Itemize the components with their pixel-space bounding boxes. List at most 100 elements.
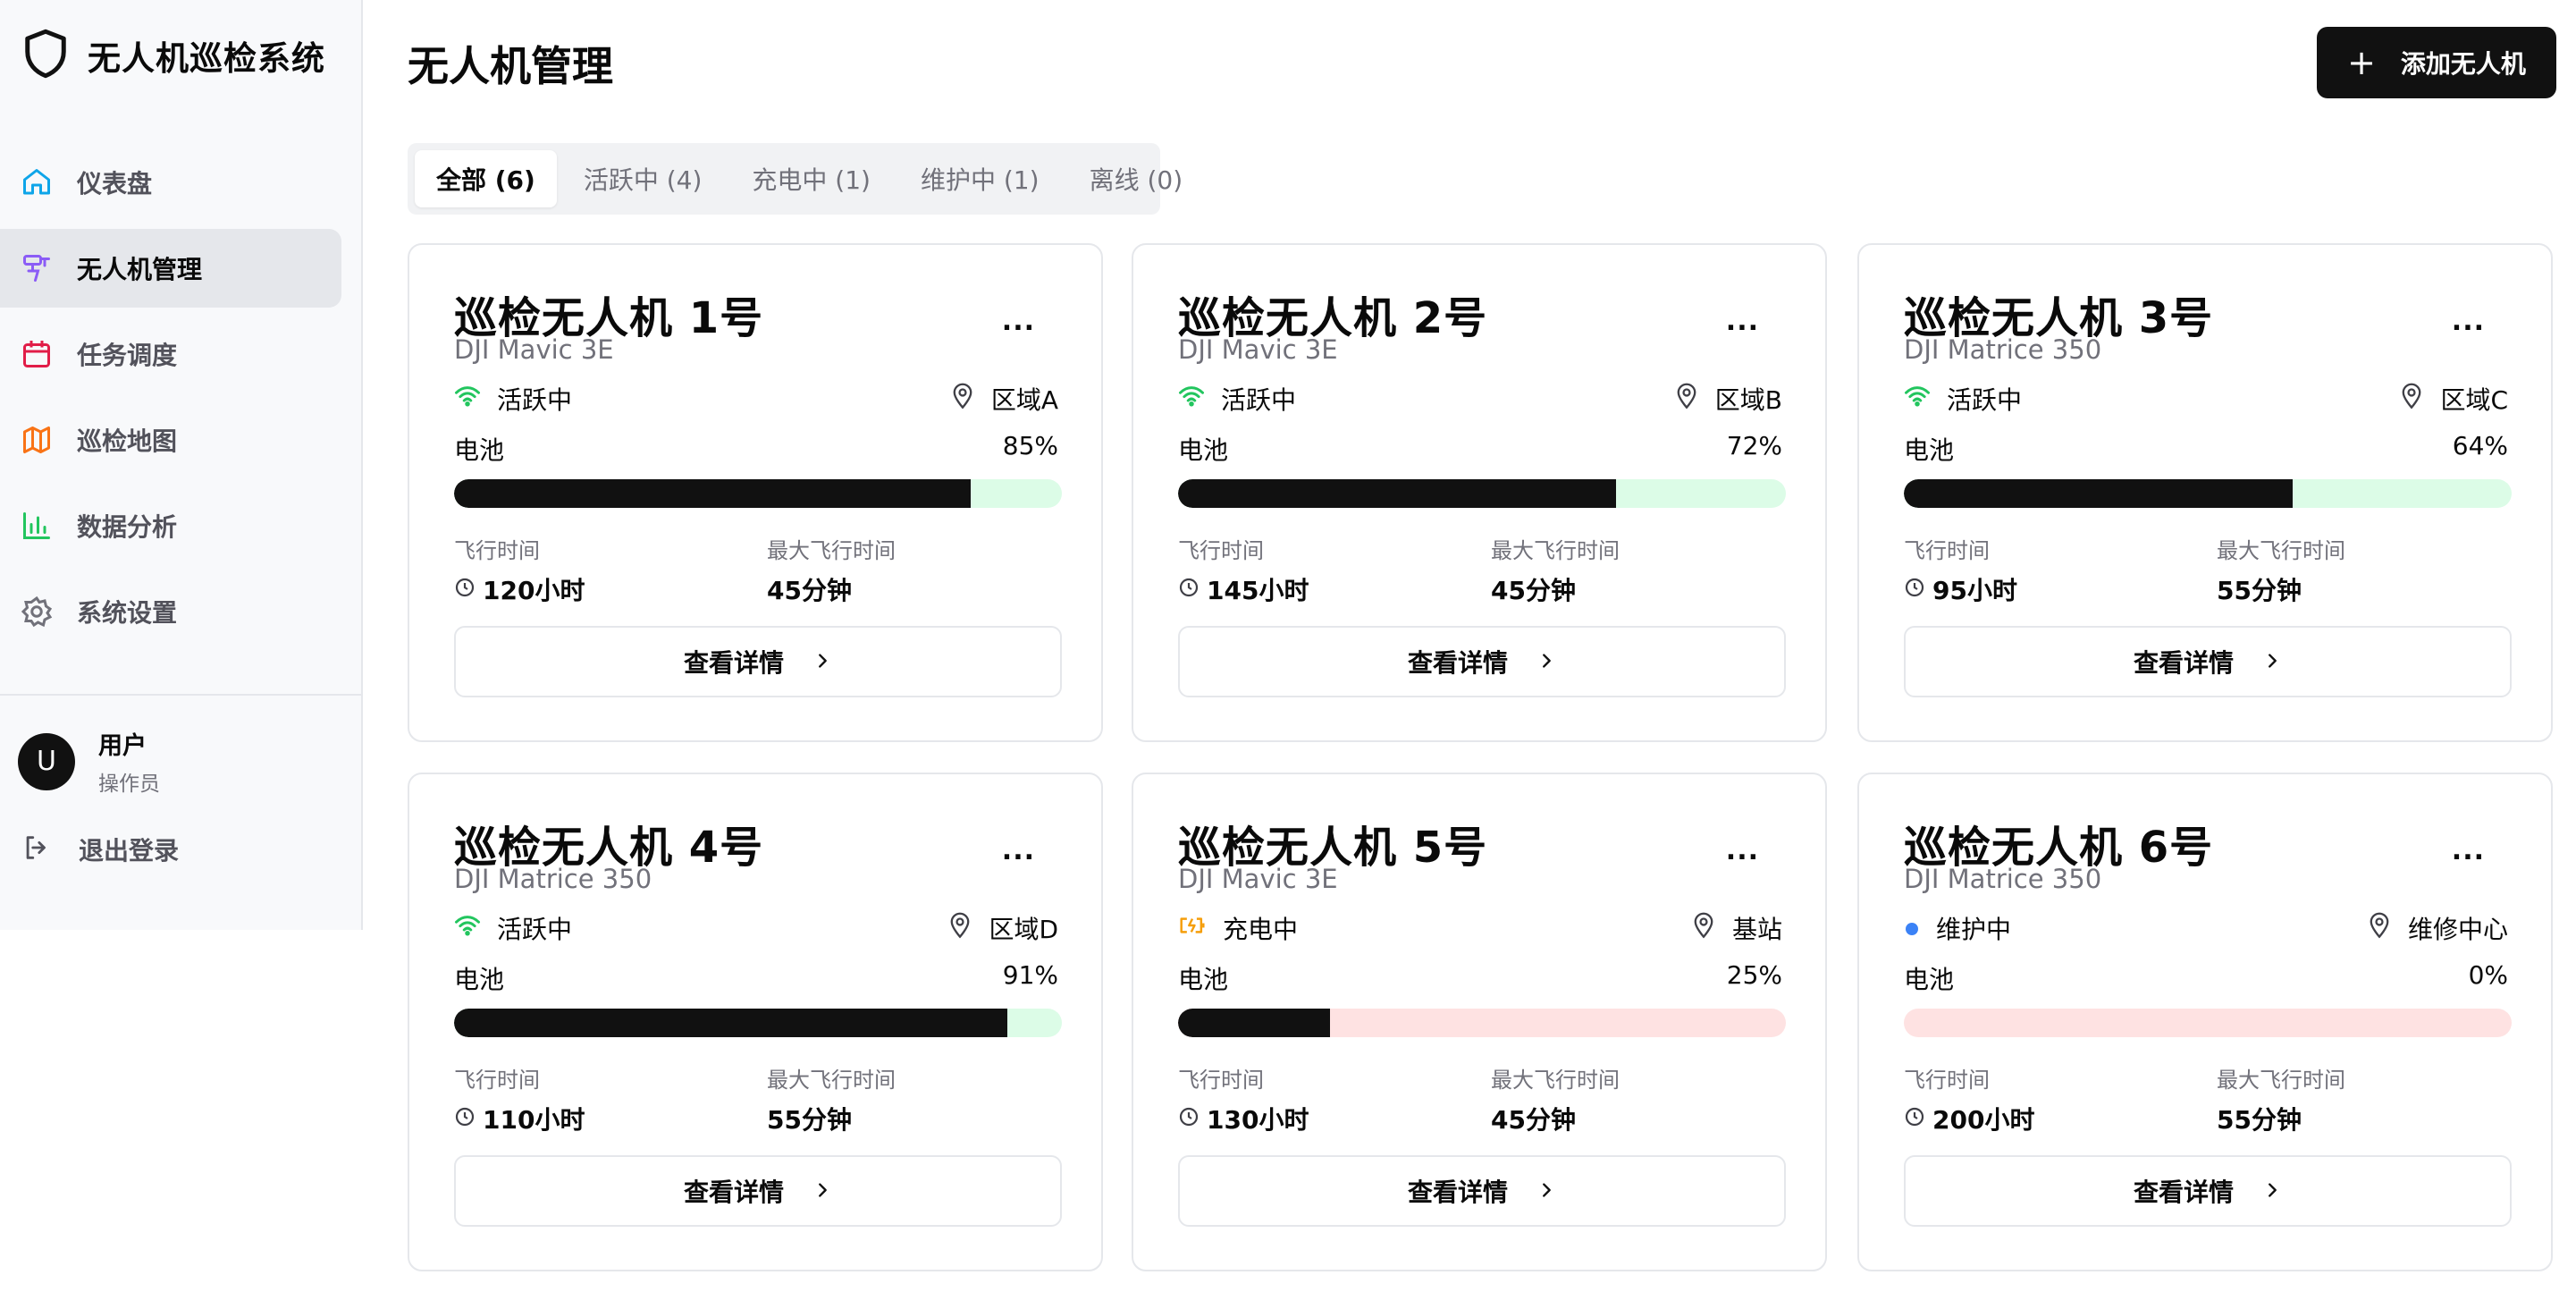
sidebar-item-map[interactable]: 巡检地图 [0,401,341,479]
flight-time-value: 130小时 [1207,1105,1309,1135]
shield-icon [21,27,70,84]
flight-time-label: 飞行时间 [1178,538,1264,563]
sidebar-item-label: 数据分析 [77,512,178,542]
tab-offline[interactable]: 离线 (0) [1066,150,1207,207]
flight-time-value: 200小时 [1932,1105,2035,1135]
tab-active[interactable]: 活跃中 (4) [560,150,726,207]
location-label: 区域C [2440,385,2508,415]
sidebar-item-dashboard[interactable]: 仪表盘 [0,143,341,222]
drone-location: 区域D [947,910,1058,946]
sidebar-item-tasks[interactable]: 任务调度 [0,315,341,393]
max-flight-value: 45分钟 [767,576,852,605]
drone-card: 巡检无人机 2号 DJI Mavic 3E ... 活跃中 区域B 电池 72%… [1132,243,1827,742]
flight-time-stat: 飞行时间 200小时 [1904,1062,2034,1136]
max-flight-value: 55分钟 [2217,1105,2302,1135]
battery-percent: 85% [1002,431,1058,460]
battery-percent: 0% [2468,960,2508,990]
max-flight-stat: 最大飞行时间 55分钟 [767,1062,896,1136]
view-details-button[interactable]: 查看详情 [1904,626,2512,697]
more-options-button[interactable]: ... [2452,306,2485,337]
user-role: 操作员 [98,773,160,796]
battery-bar-fill [1178,1009,1330,1037]
status-label: 充电中 [1223,915,1299,944]
sidebar-item-label: 仪表盘 [77,169,153,198]
more-options-button[interactable]: ... [1002,835,1035,866]
drone-location: 维修中心 [2367,910,2508,946]
map-pin-icon [1691,912,1716,945]
view-details-label: 查看详情 [683,1178,784,1207]
flight-time-stat: 飞行时间 95小时 [1904,533,2017,607]
view-details-button[interactable]: 查看详情 [1178,1155,1786,1227]
view-details-button[interactable]: 查看详情 [1178,626,1786,697]
battery-label: 电池 [454,965,505,994]
logout-label: 退出登录 [79,836,180,866]
view-details-button[interactable]: 查看详情 [454,1155,1062,1227]
location-label: 区域A [990,385,1058,415]
sidebar-item-analytics[interactable]: 数据分析 [0,486,341,565]
battery-bar-fill [454,1009,1007,1037]
drone-card: 巡检无人机 6号 DJI Matrice 350 ... 维护中 维修中心 电池… [1857,773,2553,1271]
location-label: 维修中心 [2407,915,2508,944]
flight-time-stat: 飞行时间 130小时 [1178,1062,1309,1136]
tab-all[interactable]: 全部 (6) [415,150,557,207]
battery-bar [1904,1009,2512,1037]
flight-time-label: 飞行时间 [1904,1068,1990,1093]
sidebar-item-label: 无人机管理 [77,255,203,284]
max-flight-stat: 最大飞行时间 55分钟 [2217,1062,2345,1136]
add-drone-button[interactable]: + 添加无人机 [2317,27,2556,98]
max-flight-label: 最大飞行时间 [767,538,896,563]
more-options-button[interactable]: ... [1726,835,1759,866]
battery-percent: 72% [1726,431,1782,460]
tab-charging[interactable]: 充电中 (1) [728,150,894,207]
view-details-button[interactable]: 查看详情 [454,626,1062,697]
view-details-button[interactable]: 查看详情 [1904,1155,2512,1227]
chevron-right-icon [1536,1177,1556,1206]
sidebar-item-drones[interactable]: 无人机管理 [0,229,341,308]
chevron-right-icon [812,1177,832,1206]
battery-label: 电池 [454,435,505,465]
max-flight-value: 55分钟 [767,1105,852,1135]
battery-label: 电池 [1904,435,1955,465]
sidebar-item-label: 任务调度 [77,341,178,370]
tab-maintenance[interactable]: 维护中 (1) [897,150,1063,207]
battery-label: 电池 [1904,965,1955,994]
plus-icon: + [2347,43,2376,82]
clock-icon [1178,575,1200,604]
drone-card: 巡检无人机 1号 DJI Mavic 3E ... 活跃中 区域A 电池 85%… [408,243,1103,742]
avatar: U [18,732,75,790]
sidebar-nav: 仪表盘 无人机管理 任务调度 巡检地图 数据分析 系统设置 [0,143,363,658]
map-icon [20,423,54,457]
wifi-icon [454,914,481,943]
status-label: 活跃中 [497,915,573,944]
drone-model: DJI Mavic 3E [1178,864,1338,894]
max-flight-label: 最大飞行时间 [2217,1068,2345,1093]
sidebar-item-settings[interactable]: 系统设置 [0,572,341,651]
max-flight-stat: 最大飞行时间 55分钟 [2217,533,2345,607]
status-dot-icon [1904,914,1920,943]
more-options-button[interactable]: ... [1726,306,1759,337]
more-options-button[interactable]: ... [2452,835,2485,866]
user-profile[interactable]: U 用户 操作员 [18,726,160,797]
max-flight-value: 45分钟 [1491,1105,1576,1135]
flight-time-stat: 飞行时间 110小时 [454,1062,585,1136]
battery-percent: 64% [2452,431,2508,460]
map-pin-icon [950,383,975,416]
drone-icon [20,251,54,285]
more-options-button[interactable]: ... [1002,306,1035,337]
map-pin-icon [2399,383,2424,416]
wifi-icon [454,384,481,414]
battery-percent: 91% [1002,960,1058,990]
max-flight-label: 最大飞行时间 [1491,1068,1620,1093]
max-flight-label: 最大飞行时间 [2217,538,2345,563]
drone-card: 巡检无人机 5号 DJI Mavic 3E ... 充电中 基站 电池 25% … [1132,773,1827,1271]
view-details-label: 查看详情 [683,648,784,678]
logout-button[interactable]: 退出登录 [21,832,179,867]
drone-card: 巡检无人机 4号 DJI Matrice 350 ... 活跃中 区域D 电池 … [408,773,1103,1271]
battery-charging-icon [1178,914,1207,943]
clock-icon [1904,575,1925,604]
sidebar-divider [0,694,363,696]
view-details-label: 查看详情 [2133,1178,2234,1207]
flight-time-stat: 飞行时间 145小时 [1178,533,1309,607]
battery-label: 电池 [1178,435,1229,465]
drone-model: DJI Matrice 350 [1904,864,2102,894]
